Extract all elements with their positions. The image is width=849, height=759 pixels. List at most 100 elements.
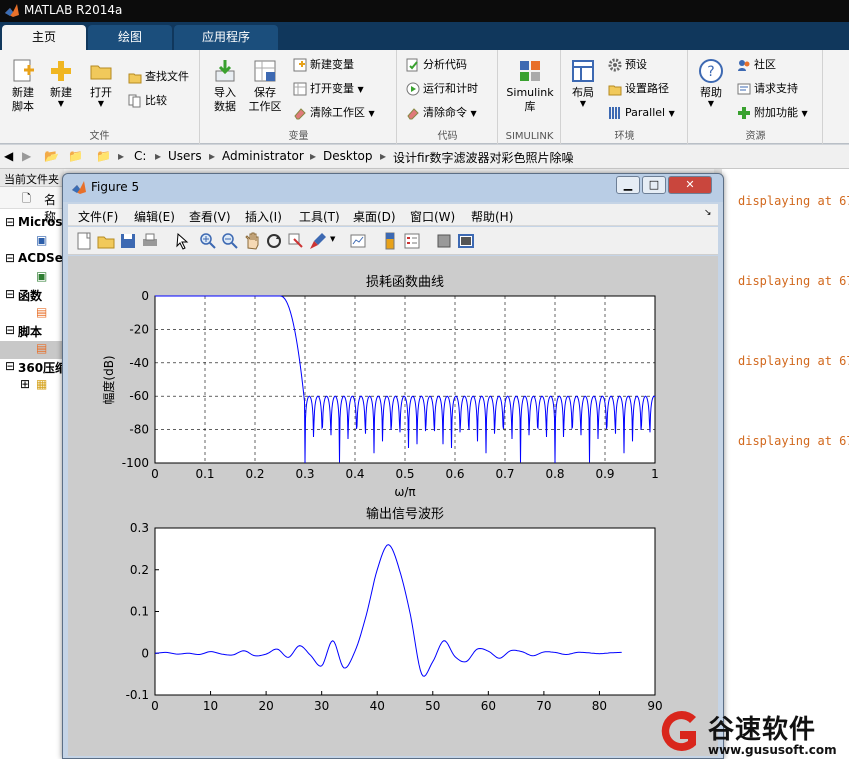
menu-window[interactable]: 窗口(W) <box>410 208 455 225</box>
console-line: displaying at 67 <box>738 434 849 448</box>
zoom-out-icon[interactable] <box>220 231 240 251</box>
open-variable-button[interactable]: 打开变量 ▼ <box>293 79 364 99</box>
dock-arrow-icon[interactable]: ↘ <box>704 208 712 218</box>
list-item[interactable]: ⊟Microso <box>0 215 64 233</box>
save-icon[interactable] <box>118 231 138 251</box>
pointer-icon[interactable] <box>172 231 192 251</box>
breadcrumb-current-folder[interactable]: 设计fir数字滤波器对彩色照片除噪 <box>393 149 574 166</box>
chevron-down-icon: ▼ <box>801 109 808 118</box>
list-item[interactable]: ▣ <box>0 269 64 287</box>
menu-edit[interactable]: 编辑(E) <box>134 208 175 225</box>
browse-folder-icon[interactable]: 📁 <box>68 149 83 163</box>
open-file-icon[interactable] <box>96 231 116 251</box>
plots-svg: 0 0.1 0.2 0.3 0.4 0.5 0.6 0.7 0.8 0.9 10-20-40-60-… <box>101 275 663 713</box>
x-tick-label: 70 <box>536 699 551 713</box>
minimize-button[interactable]: ▁ <box>616 176 640 194</box>
current-folder-title: 当前文件夹 <box>0 169 64 187</box>
layout-button[interactable]: 布局 ▼ <box>566 58 600 108</box>
new-variable-icon <box>293 58 307 72</box>
list-item[interactable]: ⊟ 函数 <box>0 287 64 305</box>
forward-arrow-icon[interactable]: ▶ <box>22 149 31 163</box>
print-icon[interactable] <box>140 231 160 251</box>
data-cursor-icon[interactable] <box>286 231 306 251</box>
watermark-brand: 谷速软件 <box>708 715 817 745</box>
brush-icon[interactable] <box>308 231 328 251</box>
menu-file[interactable]: 文件(F) <box>78 208 118 225</box>
save-workspace-icon <box>254 60 276 82</box>
addons-button[interactable]: 附加功能 ▼ <box>737 103 808 123</box>
x-tick-label: 40 <box>370 699 385 713</box>
y-tick-label: 0 <box>141 289 149 303</box>
new-figure-icon[interactable] <box>74 231 94 251</box>
legend-icon[interactable] <box>402 231 422 251</box>
preferences-button[interactable]: 预设 <box>608 55 647 75</box>
plot1-ylabel: 幅度(dB) <box>101 355 116 404</box>
matlab-logo-icon <box>5 4 19 17</box>
list-item[interactable]: ⊟ACDSee <box>0 251 64 269</box>
breadcrumb-users[interactable]: Users <box>168 149 202 163</box>
list-item[interactable]: ▣ <box>0 233 64 251</box>
save-workspace-button[interactable]: 保存 工作区 <box>247 58 283 114</box>
menu-help[interactable]: 帮助(H) <box>471 208 513 225</box>
menu-insert[interactable]: 插入(I) <box>245 208 282 225</box>
pan-hand-icon[interactable] <box>242 231 262 251</box>
back-arrow-icon[interactable]: ◀ <box>4 149 13 163</box>
link-plot-icon[interactable] <box>348 231 368 251</box>
find-files-button[interactable]: 查找文件 <box>128 67 189 87</box>
parallel-icon <box>609 107 620 119</box>
run-and-time-button[interactable]: 运行和计时 <box>406 79 478 99</box>
open-variable-icon <box>293 82 307 96</box>
colorbar-icon[interactable] <box>380 231 400 251</box>
menu-desktop[interactable]: 桌面(D) <box>353 208 396 225</box>
menu-view[interactable]: 查看(V) <box>189 208 231 225</box>
list-item[interactable]: ⊟ 脚本 <box>0 323 64 341</box>
figure-canvas[interactable]: 0 0.1 0.2 0.3 0.4 0.5 0.6 0.7 0.8 0.9 1 0 -20 -40 -60-… <box>68 256 718 756</box>
figure-window: Figure 5 ▁ □ ✕ 文件(F) 编辑(E) 查看(V) 插入(I) 工… <box>62 173 724 759</box>
rotate-3d-icon[interactable] <box>264 231 284 251</box>
list-item[interactable]: ⊞ ▦ <box>0 377 64 395</box>
file-group: 新建 脚本 新建 ▼ 打开 ▼ 查找文件 比较 文件 <box>0 50 200 144</box>
new-variable-button[interactable]: 新建变量 <box>293 55 354 75</box>
new-script-button[interactable]: 新建 脚本 <box>6 58 40 114</box>
simulink-library-button[interactable]: Simulink 库 <box>503 58 557 114</box>
open-button[interactable]: 打开 ▼ <box>84 58 118 108</box>
support-icon <box>737 83 751 95</box>
set-path-button[interactable]: 设置路径 <box>608 79 669 99</box>
analyze-code-button[interactable]: 分析代码 <box>406 55 467 75</box>
zoom-in-icon[interactable] <box>198 231 218 251</box>
help-button[interactable]: ? 帮助 ▼ <box>695 58 727 108</box>
breadcrumb-administrator[interactable]: Administrator <box>222 149 304 163</box>
plot1-title: 损耗函数曲线 <box>366 275 444 290</box>
new-button[interactable]: 新建 ▼ <box>44 58 78 108</box>
watermark: 谷速软件 www.gususoft.com <box>650 703 849 759</box>
simulink-group-label: SIMULINK <box>505 131 554 142</box>
up-folder-icon[interactable]: 📂 <box>44 149 59 163</box>
list-item[interactable]: ⊟ 360压缩 <box>0 359 64 377</box>
script-file-icon: ▤ <box>36 341 48 355</box>
community-button[interactable]: 社区 <box>737 55 776 75</box>
hide-plot-tools-icon[interactable] <box>434 231 454 251</box>
close-button[interactable]: ✕ <box>668 176 712 194</box>
maximize-button[interactable]: □ <box>642 176 666 194</box>
tab-apps[interactable]: 应用程序 <box>174 25 278 50</box>
clear-commands-button[interactable]: 清除命令 ▼ <box>406 103 477 123</box>
tab-plots[interactable]: 绘图 <box>88 25 172 50</box>
tab-home[interactable]: 主页 <box>2 25 86 50</box>
y-tick-label: 0 <box>141 646 149 660</box>
compare-button[interactable]: 比较 <box>128 91 167 111</box>
show-plot-tools-icon[interactable] <box>456 231 476 251</box>
breadcrumb-desktop[interactable]: Desktop <box>323 149 373 163</box>
import-data-button[interactable]: 导入 数据 <box>207 58 243 114</box>
list-item[interactable]: ▤ <box>0 305 64 323</box>
figure-title: Figure 5 <box>91 180 140 194</box>
breadcrumb-c[interactable]: C: <box>134 149 146 163</box>
clear-workspace-button[interactable]: 清除工作区 ▼ <box>293 103 375 123</box>
menu-tools[interactable]: 工具(T) <box>299 208 340 225</box>
chevron-down-icon[interactable]: ▼ <box>330 235 335 243</box>
parallel-button[interactable]: Parallel ▼ <box>608 103 675 123</box>
list-item-selected[interactable]: ▤ <box>0 341 64 359</box>
request-support-button[interactable]: 请求支持 <box>737 79 798 99</box>
figure-titlebar[interactable]: Figure 5 ▁ □ ✕ <box>63 174 723 202</box>
y-tick-label: -60 <box>129 389 149 403</box>
y-tick-label: -20 <box>129 322 149 336</box>
